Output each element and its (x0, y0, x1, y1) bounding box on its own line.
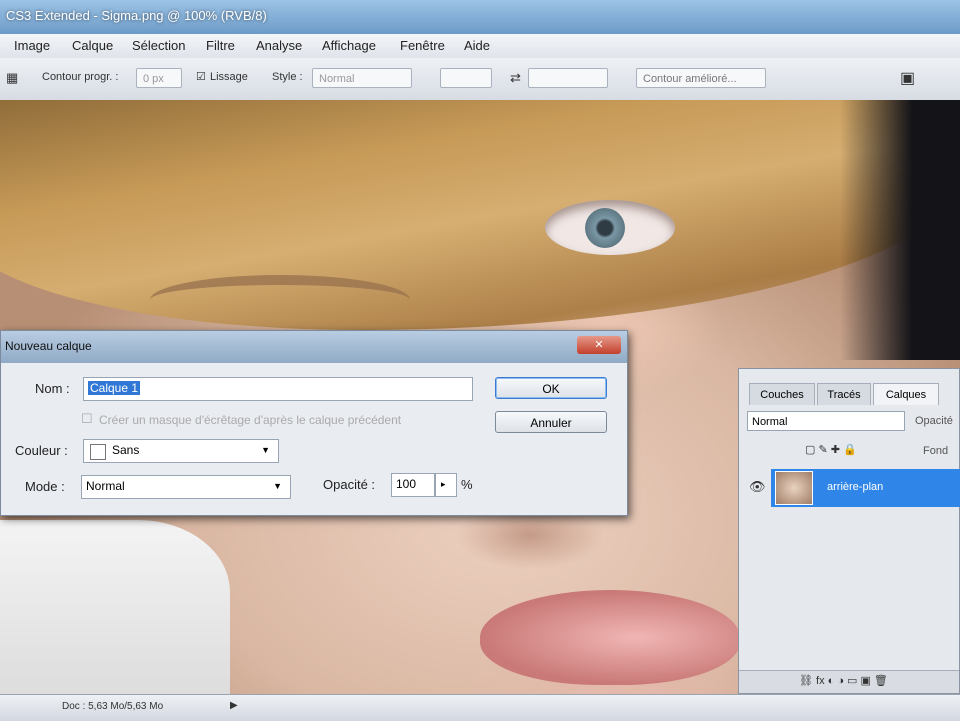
menu-affichage[interactable]: Affichage (322, 38, 376, 53)
photo-background (840, 100, 960, 360)
menu-analyse[interactable]: Analyse (256, 38, 302, 53)
opacity-label: Opacité : (323, 477, 376, 492)
chevron-down-icon: ▼ (273, 481, 282, 491)
opacity-dropdown-icon[interactable]: ▸ (435, 473, 457, 497)
mode-label: Mode : (25, 479, 65, 494)
mode-value: Normal (86, 479, 125, 493)
layer-row[interactable]: arrière-plan (771, 469, 960, 507)
menu-selection[interactable]: Sélection (132, 38, 185, 53)
refine-edge-button[interactable]: Contour amélioré... (636, 68, 766, 88)
name-label: Nom : (35, 381, 70, 396)
options-bar: ▦ Contour progr. : 0 px ☑ Lissage Style … (0, 58, 960, 101)
name-value: Calque 1 (88, 381, 141, 395)
menu-bar: Image Calque Sélection Filtre Analyse Af… (0, 34, 960, 59)
status-bar: Doc : 5,63 Mo/5,63 Mo ▶ (0, 694, 960, 721)
dialog-title: Nouveau calque (5, 339, 92, 353)
chevron-down-icon: ▼ (261, 445, 270, 455)
status-arrow-icon[interactable]: ▶ (230, 700, 238, 711)
dialog-titlebar[interactable]: Nouveau calque ✕ (1, 331, 627, 363)
height-input[interactable] (528, 68, 608, 88)
ok-button[interactable]: OK (495, 377, 607, 399)
clipping-checkbox[interactable]: ☐ (81, 411, 93, 427)
photo-iris (585, 208, 625, 248)
lock-icons[interactable]: ▢ ✎ ✚ 🔒 (805, 443, 857, 456)
color-value: Sans (112, 443, 140, 457)
blend-mode-select[interactable]: Normal (747, 411, 905, 431)
doc-size-status: Doc : 5,63 Mo/5,63 Mo (62, 701, 164, 712)
photo-hair (0, 100, 960, 330)
window-title: CS3 Extended - Sigma.png @ 100% (RVB/8) (6, 8, 267, 23)
menu-fenetre[interactable]: Fenêtre (400, 38, 445, 53)
name-input[interactable]: Calque 1 (83, 377, 473, 401)
layers-panel: Couches Tracés Calques Normal Opacité ▢ … (738, 368, 960, 694)
title-bar: CS3 Extended - Sigma.png @ 100% (RVB/8) (0, 0, 960, 34)
opacity-input[interactable]: 100 (391, 473, 435, 497)
layer-name: arrière-plan (827, 481, 884, 493)
contour-label: Contour progr. : (42, 71, 119, 83)
photo-pillow (0, 520, 230, 694)
layer-actions-icons[interactable]: ⛓ fx ◐ ◑ ▭ ▣ 🗑 (799, 674, 888, 687)
marquee-tool-icon[interactable]: ▦ (6, 70, 18, 86)
menu-calque[interactable]: Calque (72, 38, 113, 53)
photo-eyebrow (150, 275, 410, 325)
menu-aide[interactable]: Aide (464, 38, 490, 53)
clipping-label: Créer un masque d'écrêtage d'après le ca… (99, 413, 402, 427)
visibility-eye-icon[interactable]: 👁 (749, 479, 766, 495)
lissage-label: Lissage (210, 71, 248, 83)
close-icon[interactable]: ✕ (577, 336, 621, 354)
color-label: Couleur : (15, 443, 68, 458)
color-swatch (90, 444, 106, 460)
style-select[interactable]: Normal (312, 68, 412, 88)
tab-traces[interactable]: Tracés (817, 383, 871, 405)
layers-footer: ⛓ fx ◐ ◑ ▭ ▣ 🗑 (739, 670, 959, 693)
fill-label: Fond (923, 445, 949, 457)
new-layer-dialog: Nouveau calque ✕ Nom : Calque 1 ☐ Créer … (0, 330, 628, 516)
layer-thumbnail (775, 471, 813, 505)
tab-calques[interactable]: Calques (873, 383, 939, 405)
opacity-unit: % (461, 477, 473, 492)
style-label: Style : (272, 71, 303, 83)
tab-couches[interactable]: Couches (749, 383, 815, 405)
color-select[interactable]: Sans ▼ (83, 439, 279, 463)
workspace-icon[interactable]: ▣ (900, 68, 915, 88)
swap-icon[interactable]: ⇄ (510, 70, 521, 86)
menu-filtre[interactable]: Filtre (206, 38, 235, 53)
contour-input[interactable]: 0 px (136, 68, 182, 88)
cancel-button[interactable]: Annuler (495, 411, 607, 433)
mode-select[interactable]: Normal ▼ (81, 475, 291, 499)
menu-image[interactable]: Image (14, 38, 50, 53)
opacity-label: Opacité (915, 415, 953, 427)
photo-eye (545, 200, 675, 255)
photo-lips (480, 590, 740, 685)
width-input[interactable] (440, 68, 492, 88)
lissage-checkbox[interactable]: ☑ (196, 70, 206, 83)
